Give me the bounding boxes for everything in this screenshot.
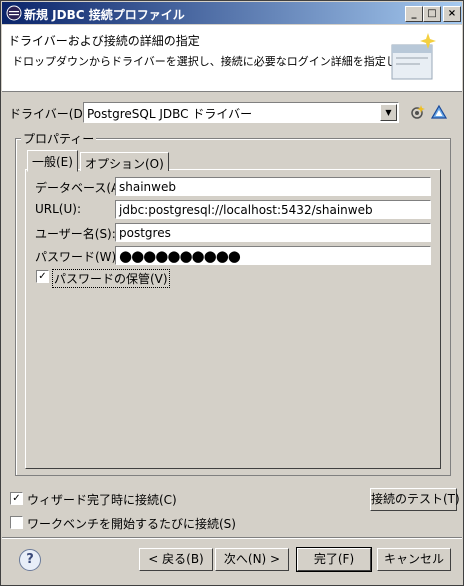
connection-profile-window: 新規 JDBC 接続プロファイル _ □ × ドライバーおよび接続の詳細の指定 … <box>0 0 464 586</box>
test-connection-button[interactable]: 接続のテスト(T) <box>370 488 460 511</box>
cancel-button[interactable]: キャンセル <box>377 548 451 571</box>
window-title: 新規 JDBC 接続プロファイル <box>24 8 185 22</box>
footer-separator <box>2 537 462 539</box>
password-label: パスワード(W): <box>35 250 121 264</box>
driver-selected-value: PostgreSQL JDBC ドライバー <box>87 107 253 121</box>
tab-general[interactable]: 一般(E) <box>27 150 78 172</box>
back-button[interactable]: < 戻る(B) <box>139 548 213 571</box>
finish-button[interactable]: 完了(F) <box>296 547 372 572</box>
new-driver-icon[interactable] <box>409 104 425 120</box>
chevron-down-icon[interactable]: ▼ <box>380 104 397 121</box>
password-value: ●●●●●●●●●● <box>119 247 241 265</box>
banner-title: ドライバーおよび接続の詳細の指定 <box>8 34 200 48</box>
username-field[interactable]: postgres <box>115 223 431 242</box>
banner-description: ドロップダウンからドライバーを選択し、接続に必要なログイン詳細を指定します。 <box>12 55 429 68</box>
wizard-banner: ドライバーおよび接続の詳細の指定 ドロップダウンからドライバーを選択し、接続に必… <box>2 25 462 92</box>
connect-on-finish-label[interactable]: ウィザード完了時に接続(C) <box>27 491 177 508</box>
title-bar: 新規 JDBC 接続プロファイル _ □ × <box>2 2 462 24</box>
username-label: ユーザー名(S): <box>35 227 116 241</box>
properties-group-label: プロパティー <box>21 130 97 147</box>
connect-on-finish-checkbox[interactable]: ✓ <box>10 492 23 505</box>
save-password-checkbox[interactable]: ✓ <box>36 270 49 283</box>
tab-options[interactable]: オプション(O) <box>80 152 169 171</box>
save-password-label[interactable]: パスワードの保管(V) <box>52 269 170 288</box>
next-button[interactable]: 次へ(N) > <box>215 548 289 571</box>
url-value: jdbc:postgresql://localhost:5432/shainwe… <box>119 203 373 217</box>
help-icon[interactable]: ? <box>19 549 41 571</box>
username-value: postgres <box>119 226 171 240</box>
wizard-banner-icon <box>391 33 436 80</box>
database-value: shainweb <box>119 180 176 194</box>
edit-driver-icon[interactable] <box>431 104 447 120</box>
tab-general-label: 一般(E) <box>32 155 73 169</box>
eclipse-icon <box>6 5 22 21</box>
url-field[interactable]: jdbc:postgresql://localhost:5432/shainwe… <box>115 200 431 219</box>
database-field[interactable]: shainweb <box>115 177 431 196</box>
tab-options-label: オプション(O) <box>85 157 164 171</box>
connect-every-start-checkbox[interactable] <box>10 516 23 529</box>
driver-dropdown[interactable]: PostgreSQL JDBC ドライバー ▼ <box>83 102 399 123</box>
url-label: URL(U): <box>35 202 81 216</box>
close-button[interactable]: × <box>443 6 461 22</box>
maximize-button[interactable]: □ <box>423 6 441 22</box>
connect-every-start-label[interactable]: ワークベンチを開始するたびに接続(S) <box>27 515 236 532</box>
minimize-button[interactable]: _ <box>405 6 423 22</box>
password-field[interactable]: ●●●●●●●●●● <box>115 246 431 265</box>
driver-label: ドライバー(D): <box>9 107 92 121</box>
